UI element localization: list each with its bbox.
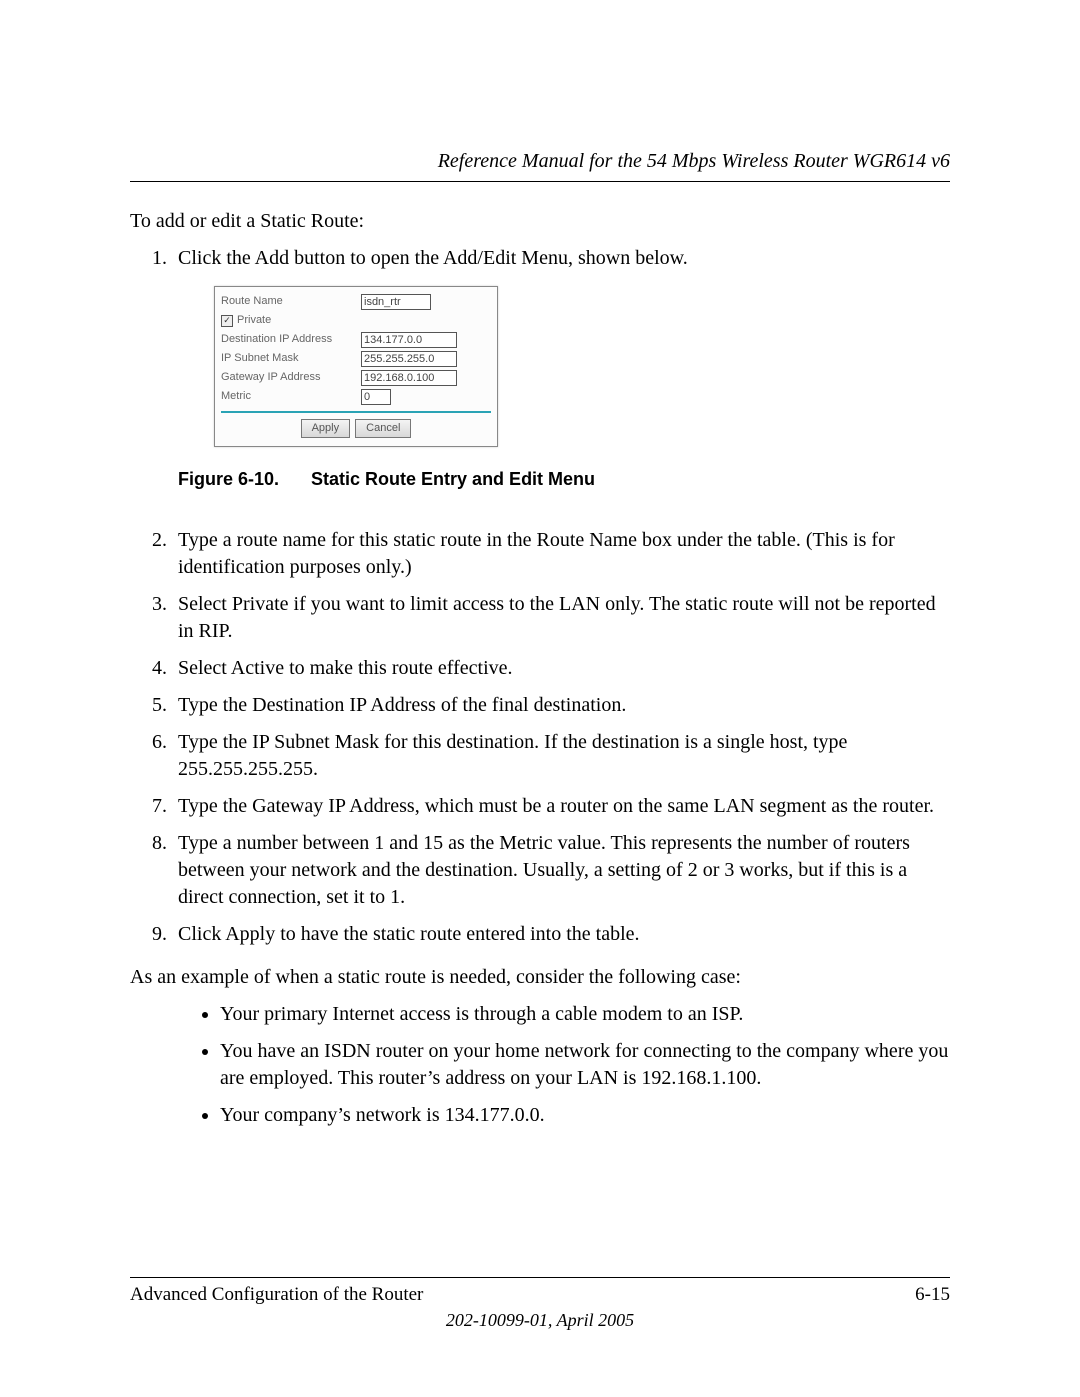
- form-divider: [221, 411, 491, 413]
- step-3: Select Private if you want to limit acce…: [172, 591, 950, 645]
- gateway-ip-input[interactable]: 192.168.0.100: [361, 370, 457, 386]
- figure-caption: Figure 6-10. Static Route Entry and Edit …: [178, 467, 950, 491]
- example-bullets: Your primary Internet access is through …: [130, 1001, 950, 1129]
- metric-input[interactable]: 0: [361, 389, 391, 405]
- step-5: Type the Destination IP Address of the f…: [172, 692, 950, 719]
- step-7: Type the Gateway IP Address, which must …: [172, 793, 950, 820]
- page: Reference Manual for the 54 Mbps Wireles…: [0, 0, 1080, 1397]
- step-1: Click the Add button to open the Add/Edi…: [172, 245, 950, 491]
- step-8: Type a number between 1 and 15 as the Me…: [172, 830, 950, 911]
- cancel-button[interactable]: Cancel: [355, 419, 411, 438]
- figure-number: Figure 6-10.: [178, 469, 279, 489]
- step-2: Type a route name for this static route …: [172, 527, 950, 581]
- route-name-input[interactable]: isdn_rtr: [361, 294, 431, 310]
- step-text: Click the Add button to open the Add/Edi…: [178, 247, 688, 269]
- step-4: Select Active to make this route effecti…: [172, 655, 950, 682]
- page-footer: Advanced Configuration of the Router 6-1…: [130, 1277, 950, 1331]
- running-head: Reference Manual for the 54 Mbps Wireles…: [130, 150, 950, 182]
- example-intro: As an example of when a static route is …: [130, 966, 950, 989]
- step-6: Type the IP Subnet Mask for this destina…: [172, 729, 950, 783]
- footer-page-number: 6-15: [915, 1284, 950, 1306]
- footer-section: Advanced Configuration of the Router: [130, 1284, 423, 1306]
- private-checkbox[interactable]: ✓: [221, 315, 233, 327]
- dest-ip-input[interactable]: 134.177.0.0: [361, 332, 457, 348]
- footer-pub: 202-10099-01, April 2005: [130, 1310, 950, 1331]
- bullet-2: You have an ISDN router on your home net…: [220, 1038, 950, 1092]
- figure-title: Static Route Entry and Edit Menu: [311, 469, 595, 489]
- apply-button[interactable]: Apply: [301, 419, 351, 438]
- subnet-mask-label: IP Subnet Mask: [221, 351, 361, 366]
- intro-text: To add or edit a Static Route:: [130, 210, 950, 233]
- subnet-mask-input[interactable]: 255.255.255.0: [361, 351, 457, 367]
- figure-wrap: Route Name isdn_rtr ✓ Private Destinatio…: [214, 286, 950, 447]
- private-label: Private: [237, 313, 271, 328]
- gateway-ip-label: Gateway IP Address: [221, 370, 361, 385]
- metric-label: Metric: [221, 389, 361, 404]
- route-name-label: Route Name: [221, 294, 361, 309]
- bullet-1: Your primary Internet access is through …: [220, 1001, 950, 1028]
- bullet-3: Your company’s network is 134.177.0.0.: [220, 1102, 950, 1129]
- step-9: Click Apply to have the static route ent…: [172, 921, 950, 948]
- dest-ip-label: Destination IP Address: [221, 332, 361, 347]
- steps-list: Click the Add button to open the Add/Edi…: [130, 245, 950, 948]
- router-form: Route Name isdn_rtr ✓ Private Destinatio…: [214, 286, 498, 447]
